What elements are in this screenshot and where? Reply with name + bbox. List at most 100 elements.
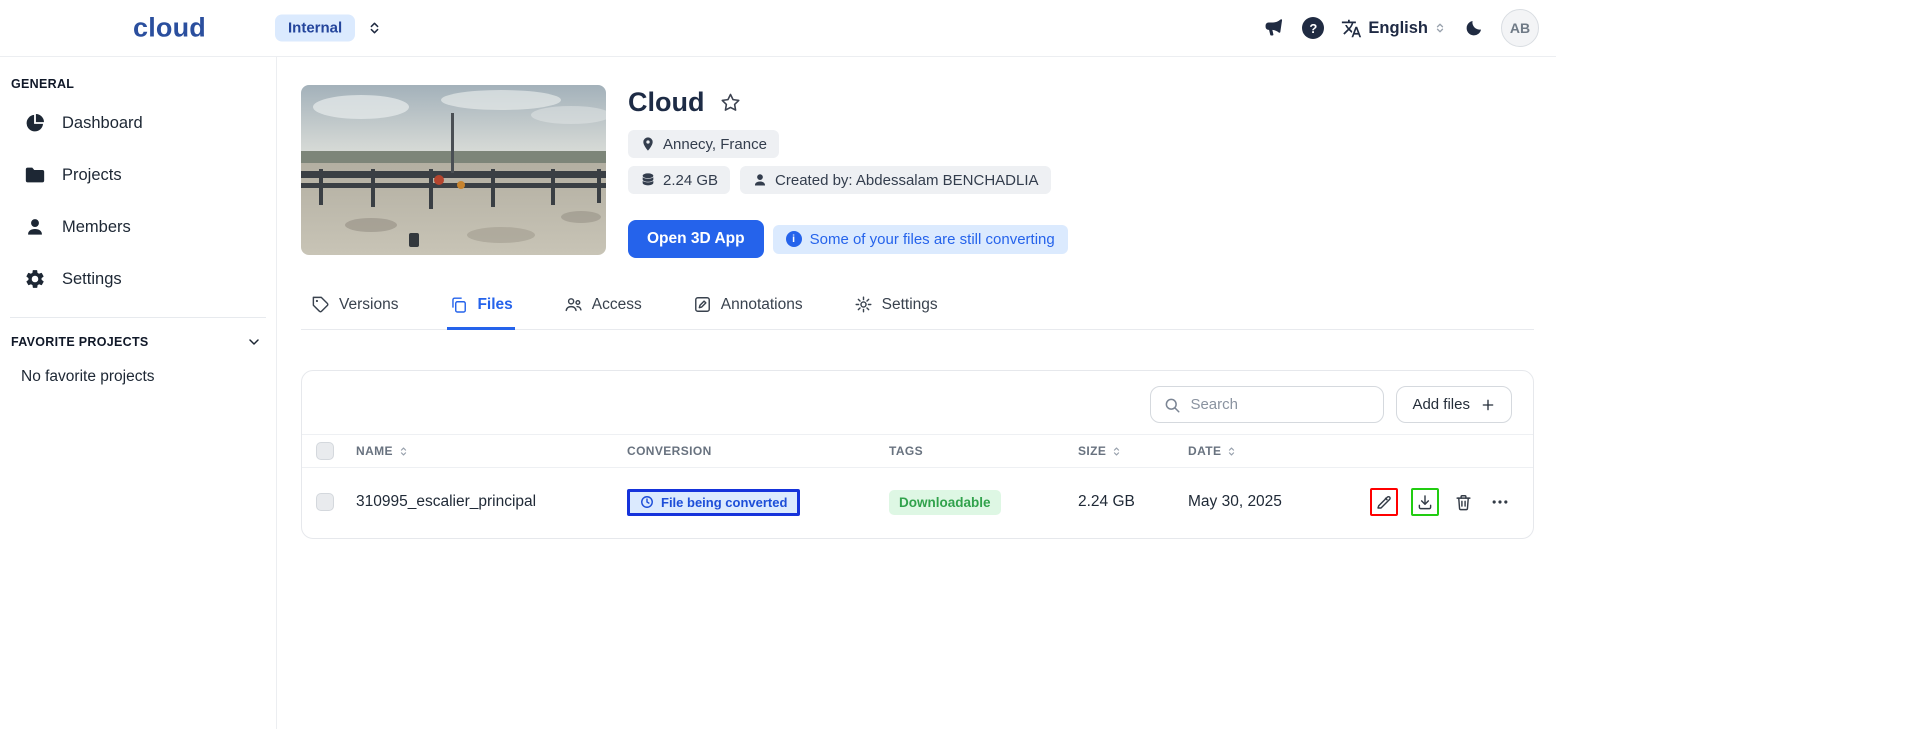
sidebar-nav: Dashboard Projects Members (10, 99, 266, 303)
pie-chart-icon (24, 112, 46, 134)
add-files-label: Add files (1412, 396, 1470, 413)
tab-label: Annotations (721, 296, 803, 314)
trash-icon (1454, 493, 1473, 512)
project-info: Cloud Annecy, France (628, 85, 1068, 258)
tab-label: Files (477, 296, 512, 314)
sidebar-item-label: Dashboard (62, 114, 143, 133)
info-icon: i (786, 231, 802, 247)
favorites-section-header[interactable]: FAVORITE PROJECTS (10, 334, 266, 350)
open-3d-app-button[interactable]: Open 3D App (628, 220, 764, 258)
megaphone-icon (1263, 17, 1285, 39)
location-badge: Annecy, France (628, 130, 779, 158)
workspace-selector: Internal (275, 15, 382, 42)
files-panel: Add files NAME (301, 370, 1534, 539)
more-options-button[interactable] (1488, 490, 1512, 514)
file-name: 310995_escalier_principal (356, 493, 536, 511)
sidebar-item-label: Projects (62, 166, 122, 185)
annotation-icon (693, 295, 712, 314)
chevron-down-icon (246, 334, 262, 350)
converting-notice-text: Some of your files are still converting (810, 231, 1055, 248)
sidebar-item-label: Members (62, 218, 131, 237)
column-header-conversion: CONVERSION (627, 444, 889, 458)
row-checkbox[interactable] (316, 493, 334, 511)
edit-button[interactable] (1370, 488, 1398, 516)
file-search (1150, 386, 1384, 423)
project-header: Cloud Annecy, France (301, 85, 1534, 258)
unfold-icon (1434, 22, 1446, 34)
avatar[interactable]: AB (1501, 9, 1539, 47)
help-button[interactable]: ? (1302, 17, 1324, 39)
row-actions (1370, 488, 1533, 516)
conversion-status-badge: File being converted (627, 489, 800, 516)
column-header-date[interactable]: DATE (1188, 444, 1512, 458)
project-size-text: 2.24 GB (663, 172, 718, 189)
main-content: Cloud Annecy, France (277, 57, 1556, 729)
project-size-badge: 2.24 GB (628, 166, 730, 194)
dark-mode-toggle[interactable] (1463, 18, 1484, 39)
translate-icon (1341, 18, 1362, 39)
tab-label: Access (592, 296, 642, 314)
moon-icon (1463, 18, 1484, 39)
tab-files[interactable]: Files (447, 283, 514, 330)
sidebar-item-members[interactable]: Members (10, 203, 266, 251)
delete-button[interactable] (1452, 491, 1475, 514)
files-icon (449, 295, 468, 314)
person-icon (752, 172, 768, 188)
file-size: 2.24 GB (1078, 493, 1135, 511)
location-text: Annecy, France (663, 136, 767, 153)
favorites-empty-text: No favorite projects (10, 350, 266, 386)
file-date: May 30, 2025 (1188, 493, 1282, 511)
column-header-name[interactable]: NAME (356, 444, 627, 458)
gear-icon (854, 295, 873, 314)
workspace-switcher-button[interactable] (367, 21, 382, 36)
tab-label: Settings (882, 296, 938, 314)
tab-label: Versions (339, 296, 398, 314)
created-by-text: Created by: Abdessalam BENCHADLIA (775, 172, 1038, 189)
select-all-checkbox[interactable] (316, 442, 334, 460)
sort-icon (1226, 446, 1237, 457)
download-button[interactable] (1411, 488, 1439, 516)
conversion-status-text: File being converted (661, 495, 787, 510)
project-thumbnail (301, 85, 606, 255)
sidebar-item-dashboard[interactable]: Dashboard (10, 99, 266, 147)
workspace-badge[interactable]: Internal (275, 15, 355, 42)
search-icon (1163, 396, 1181, 414)
language-label: English (1368, 19, 1428, 38)
gear-icon (24, 268, 46, 290)
tag-icon (311, 295, 330, 314)
table-header: NAME CONVERSION TAGS SIZE (302, 434, 1533, 468)
announcements-button[interactable] (1263, 17, 1285, 39)
thumbnail-image (301, 85, 606, 255)
location-pin-icon (640, 136, 656, 152)
add-files-button[interactable]: Add files (1396, 386, 1512, 423)
ellipsis-icon (1490, 492, 1510, 512)
app-logo[interactable]: cloud (133, 13, 206, 44)
language-selector[interactable]: English (1341, 18, 1446, 39)
clock-icon (640, 495, 654, 509)
project-title: Cloud (628, 87, 704, 118)
star-icon (720, 92, 741, 113)
download-icon (1416, 493, 1434, 511)
sort-icon (1111, 446, 1122, 457)
tab-annotations[interactable]: Annotations (691, 283, 805, 330)
pencil-icon (1375, 493, 1393, 511)
unfold-icon (367, 21, 382, 36)
sidebar-section-general: GENERAL (10, 77, 266, 91)
tab-versions[interactable]: Versions (309, 283, 400, 330)
column-header-tags: TAGS (889, 444, 1078, 458)
sidebar: GENERAL Dashboard Projects (0, 57, 277, 729)
created-by-badge: Created by: Abdessalam BENCHADLIA (740, 166, 1050, 194)
person-icon (24, 216, 46, 238)
sidebar-divider (10, 317, 266, 318)
tab-settings[interactable]: Settings (852, 283, 940, 330)
tab-access[interactable]: Access (562, 283, 644, 330)
sidebar-item-settings[interactable]: Settings (10, 255, 266, 303)
topbar: cloud Internal ? English (0, 0, 1556, 57)
topbar-actions: ? English AB (1263, 0, 1539, 56)
column-header-size[interactable]: SIZE (1078, 444, 1188, 458)
question-icon: ? (1302, 17, 1324, 39)
favorite-star-button[interactable] (720, 92, 741, 113)
app-window: cloud Internal ? English (0, 0, 1556, 729)
sidebar-item-projects[interactable]: Projects (10, 151, 266, 199)
search-input[interactable] (1190, 396, 1371, 413)
